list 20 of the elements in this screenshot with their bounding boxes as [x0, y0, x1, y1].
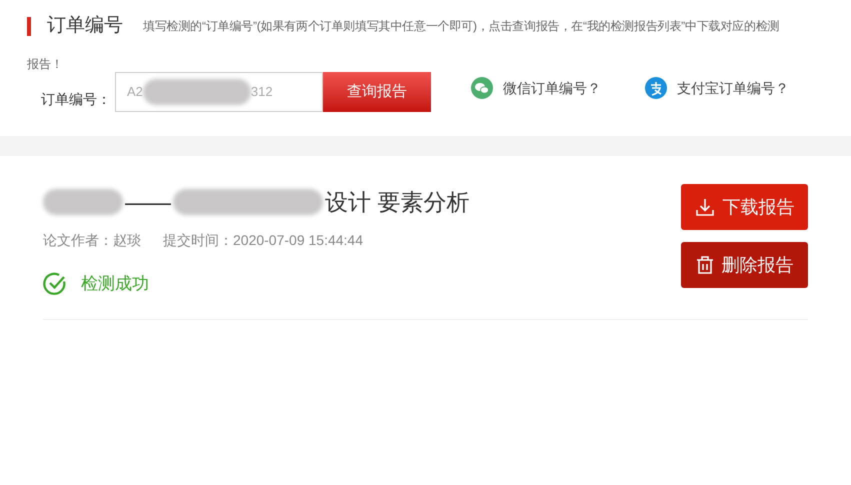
report-title-part: 设计 要素分析	[325, 188, 470, 217]
query-report-button[interactable]: 查询报告	[323, 72, 431, 112]
accent-bar	[27, 16, 31, 36]
instructions-text: 报告！	[27, 57, 63, 71]
author-text: 论文作者：赵琰	[43, 231, 141, 250]
help-link[interactable]: 支付宝订单编号？	[645, 77, 789, 99]
trash-icon	[696, 255, 714, 275]
download-report-button[interactable]: 下载报告	[681, 184, 808, 230]
check-circle-icon	[43, 272, 67, 296]
pay-icon	[645, 77, 667, 99]
section-title: 订单编号	[47, 14, 123, 38]
download-icon	[694, 197, 714, 217]
status-text: 检测成功	[81, 273, 149, 295]
chat-bubbles-icon	[471, 77, 493, 99]
field-label: 订单编号：	[41, 90, 111, 108]
delete-report-button[interactable]: 删除报告	[681, 242, 808, 288]
report-title-part: ——	[125, 188, 171, 217]
instructions-text: 填写检测的“订单编号”(如果有两个订单则填写其中任意一个即可)，点击查询报告，在“我的检测报告列表”中下载对应的检测	[143, 18, 780, 35]
help-link[interactable]: 微信订单编号？	[471, 77, 601, 99]
submit-time-text: 提交时间：2020-07-09 15:44:44	[163, 231, 363, 250]
